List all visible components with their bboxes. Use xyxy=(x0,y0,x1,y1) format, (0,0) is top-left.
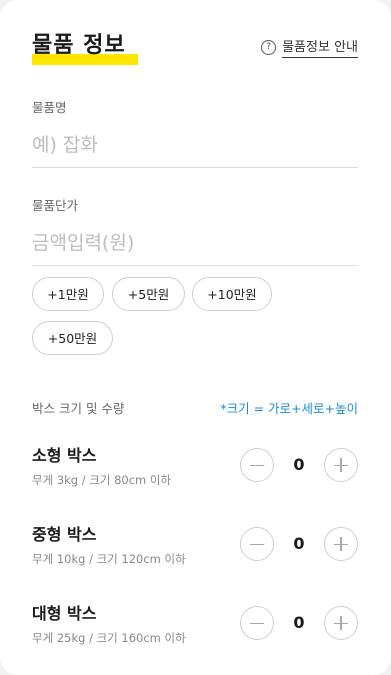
amount-chip-500000[interactable]: +50만원 xyxy=(32,321,113,355)
decrease-button[interactable] xyxy=(240,527,274,561)
box-desc: 무게 25kg / 크기 160cm 이하 xyxy=(32,631,186,645)
minus-icon xyxy=(250,464,264,467)
box-desc: 무게 3kg / 크기 80cm 이하 xyxy=(32,473,172,487)
box-desc: 무게 10kg / 크기 120cm 이하 xyxy=(32,552,186,566)
item-name-label: 물품명 xyxy=(32,100,67,115)
box-row-small: 소형 박스 무게 3kg / 크기 80cm 이하 0 xyxy=(32,442,358,492)
increase-button[interactable] xyxy=(324,606,358,640)
item-info-card: 물품 정보 ? 물품정보 안내 물품명 예) 잡화 물품단가 금액입력(원) +… xyxy=(0,0,391,675)
page-title: 물품 정보 xyxy=(32,33,126,58)
quantity-value: 0 xyxy=(293,613,305,632)
amount-chip-10000[interactable]: +1만원 xyxy=(32,277,104,311)
box-name: 소형 박스 xyxy=(32,446,97,465)
amount-chip-50000[interactable]: +5만원 xyxy=(112,277,185,311)
item-info-guide-link[interactable]: ? 물품정보 안내 xyxy=(261,36,358,58)
plus-icon-vertical xyxy=(340,537,342,551)
decrease-button[interactable] xyxy=(240,448,274,482)
title-wrap: 물품 정보 xyxy=(32,30,138,65)
item-name-field: 물품명 예) 잡화 xyxy=(32,97,358,168)
plus-icon-vertical xyxy=(340,458,342,472)
box-name: 중형 박스 xyxy=(32,525,97,544)
info-link-label: 물품정보 안내 xyxy=(282,36,358,58)
box-section-label: 박스 크기 및 수량 xyxy=(32,401,125,416)
quantity-value: 0 xyxy=(293,455,305,474)
minus-icon xyxy=(250,543,264,546)
increase-button[interactable] xyxy=(324,527,358,561)
minus-icon xyxy=(250,622,264,625)
question-circle-icon: ? xyxy=(261,39,277,55)
size-note: *크기 = 가로+세로+높이 xyxy=(220,401,358,416)
amount-chip-100000[interactable]: +10만원 xyxy=(192,277,272,311)
item-price-label: 물품단가 xyxy=(32,198,79,213)
box-name: 대형 박스 xyxy=(32,604,97,623)
decrease-button[interactable] xyxy=(240,606,274,640)
quantity-stepper: 0 xyxy=(240,448,358,484)
box-row-large: 대형 박스 무게 25kg / 크기 160cm 이하 0 xyxy=(32,600,358,650)
item-price-field: 물품단가 금액입력(원) xyxy=(32,195,358,266)
header: 물품 정보 ? 물품정보 안내 xyxy=(32,30,358,70)
quantity-stepper: 0 xyxy=(240,527,358,563)
item-price-input[interactable]: 금액입력(원) xyxy=(32,228,358,266)
item-name-input[interactable]: 예) 잡화 xyxy=(32,130,358,168)
quantity-value: 0 xyxy=(293,534,305,553)
plus-icon-vertical xyxy=(340,616,342,630)
quantity-stepper: 0 xyxy=(240,606,358,642)
box-row-medium: 중형 박스 무게 10kg / 크기 120cm 이하 0 xyxy=(32,521,358,571)
increase-button[interactable] xyxy=(324,448,358,482)
